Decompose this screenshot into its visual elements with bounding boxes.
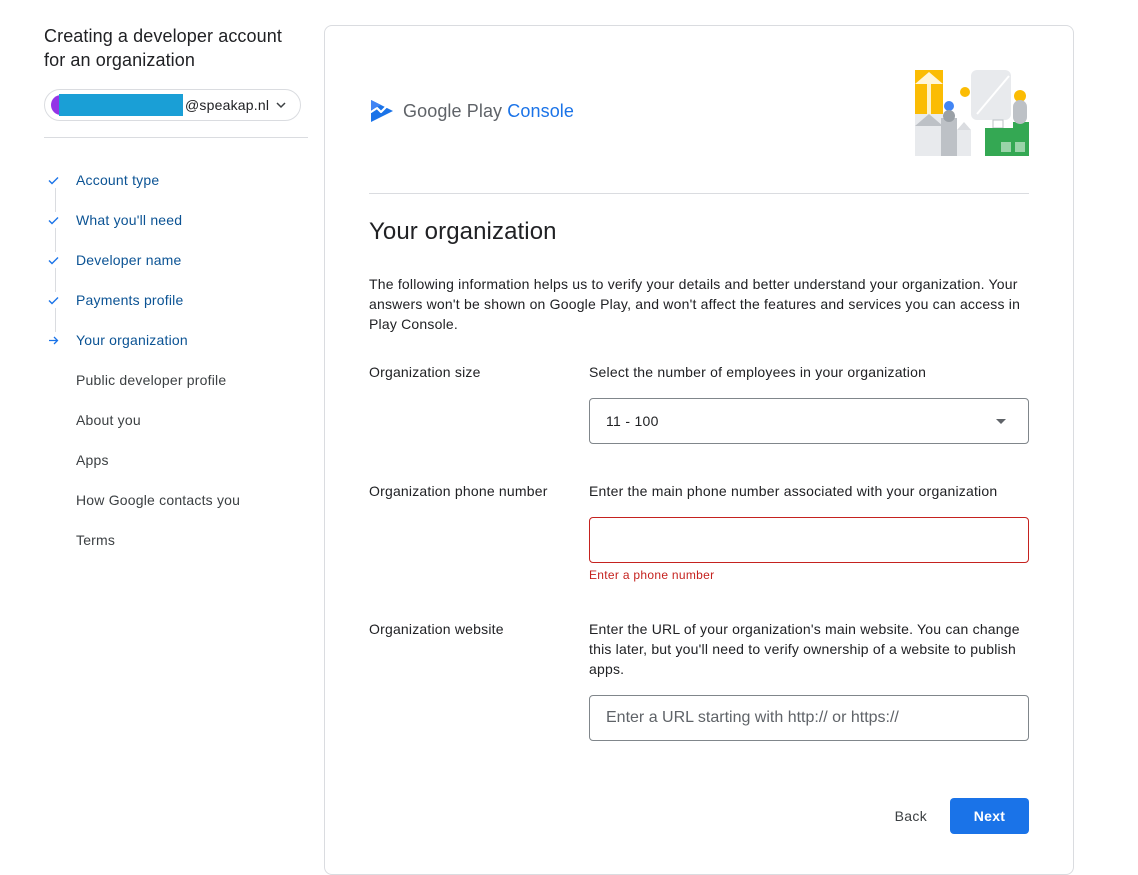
form-actions: Back Next <box>369 798 1029 834</box>
sidebar-step-label: What you'll need <box>76 212 183 228</box>
card-header: Google Play Console <box>369 70 1029 194</box>
sidebar-step-label: Public developer profile <box>76 372 227 388</box>
intro-text: The following information helps us to ve… <box>369 276 1021 332</box>
organization-size-body: Select the number of employees in your o… <box>589 362 1029 444</box>
organization-phone-label: Organization phone number <box>369 483 548 499</box>
sidebar-step[interactable]: What you'll need <box>44 200 308 252</box>
sidebar-divider <box>44 137 308 138</box>
sidebar-step-label: About you <box>76 412 141 428</box>
next-button[interactable]: Next <box>950 798 1029 834</box>
play-console-logo-icon <box>369 100 393 122</box>
sidebar-step-label: Apps <box>76 452 109 468</box>
organization-size-select[interactable]: 11 - 100 <box>589 398 1029 444</box>
sidebar: Creating a developer account for an orga… <box>44 24 308 560</box>
account-email-domain: @speakap.nl <box>185 97 270 113</box>
sidebar-step: About you <box>44 400 308 440</box>
check-icon <box>44 296 76 305</box>
page-title: Your organization <box>369 218 557 245</box>
back-button[interactable]: Back <box>883 798 939 834</box>
brand-name-google-play: Google Play <box>403 100 503 121</box>
sidebar-step[interactable]: Developer name <box>44 240 308 292</box>
organization-website-help: Enter the URL of your organization's mai… <box>589 621 1020 677</box>
brand-name: Google Play Console <box>403 101 574 122</box>
sidebar-step-label: Developer name <box>76 252 182 268</box>
sidebar-step-label: Account type <box>76 172 160 188</box>
organization-illustration <box>915 70 1029 156</box>
organization-size-label: Organization size <box>369 364 481 380</box>
sidebar-step-label: How Google contacts you <box>76 492 241 508</box>
brand: Google Play Console <box>369 98 574 124</box>
organization-size-help: Select the number of employees in your o… <box>589 364 927 380</box>
redacted-email <box>59 94 183 116</box>
website-url-input[interactable] <box>589 695 1029 741</box>
dropdown-arrow-icon <box>996 419 1006 424</box>
main-card: Google Play Console Your organization Th… <box>324 25 1074 875</box>
account-switcher[interactable]: @speakap.nl <box>44 89 301 121</box>
arrow-right-icon <box>44 336 76 345</box>
check-icon <box>44 216 76 225</box>
check-icon <box>44 256 76 265</box>
organization-size-value: 11 - 100 <box>606 413 659 429</box>
sidebar-step: Apps <box>44 440 308 480</box>
phone-number-input[interactable] <box>589 517 1029 563</box>
sidebar-step-label: Your organization <box>76 332 188 348</box>
organization-phone-body: Enter the main phone number associated w… <box>589 481 1029 582</box>
organization-phone-help: Enter the main phone number associated w… <box>589 483 998 499</box>
sidebar-step: How Google contacts you <box>44 480 308 520</box>
sidebar-step[interactable]: Your organization <box>44 320 308 360</box>
sidebar-step-label: Payments profile <box>76 292 184 308</box>
check-icon <box>44 176 76 185</box>
sidebar-title: Creating a developer account for an orga… <box>44 26 282 70</box>
sidebar-step: Terms <box>44 520 308 560</box>
sidebar-step[interactable]: Payments profile <box>44 280 308 332</box>
step-list: Account type What you'll need Developer na… <box>44 160 308 560</box>
organization-website-label: Organization website <box>369 621 504 637</box>
chevron-down-icon <box>276 102 286 109</box>
phone-error-message: Enter a phone number <box>589 568 715 582</box>
sidebar-step: Public developer profile <box>44 360 308 400</box>
sidebar-step-label: Terms <box>76 532 116 548</box>
sidebar-step[interactable]: Account type <box>44 160 308 212</box>
brand-name-console: Console <box>507 100 575 121</box>
organization-website-body: Enter the URL of your organization's mai… <box>589 619 1029 741</box>
